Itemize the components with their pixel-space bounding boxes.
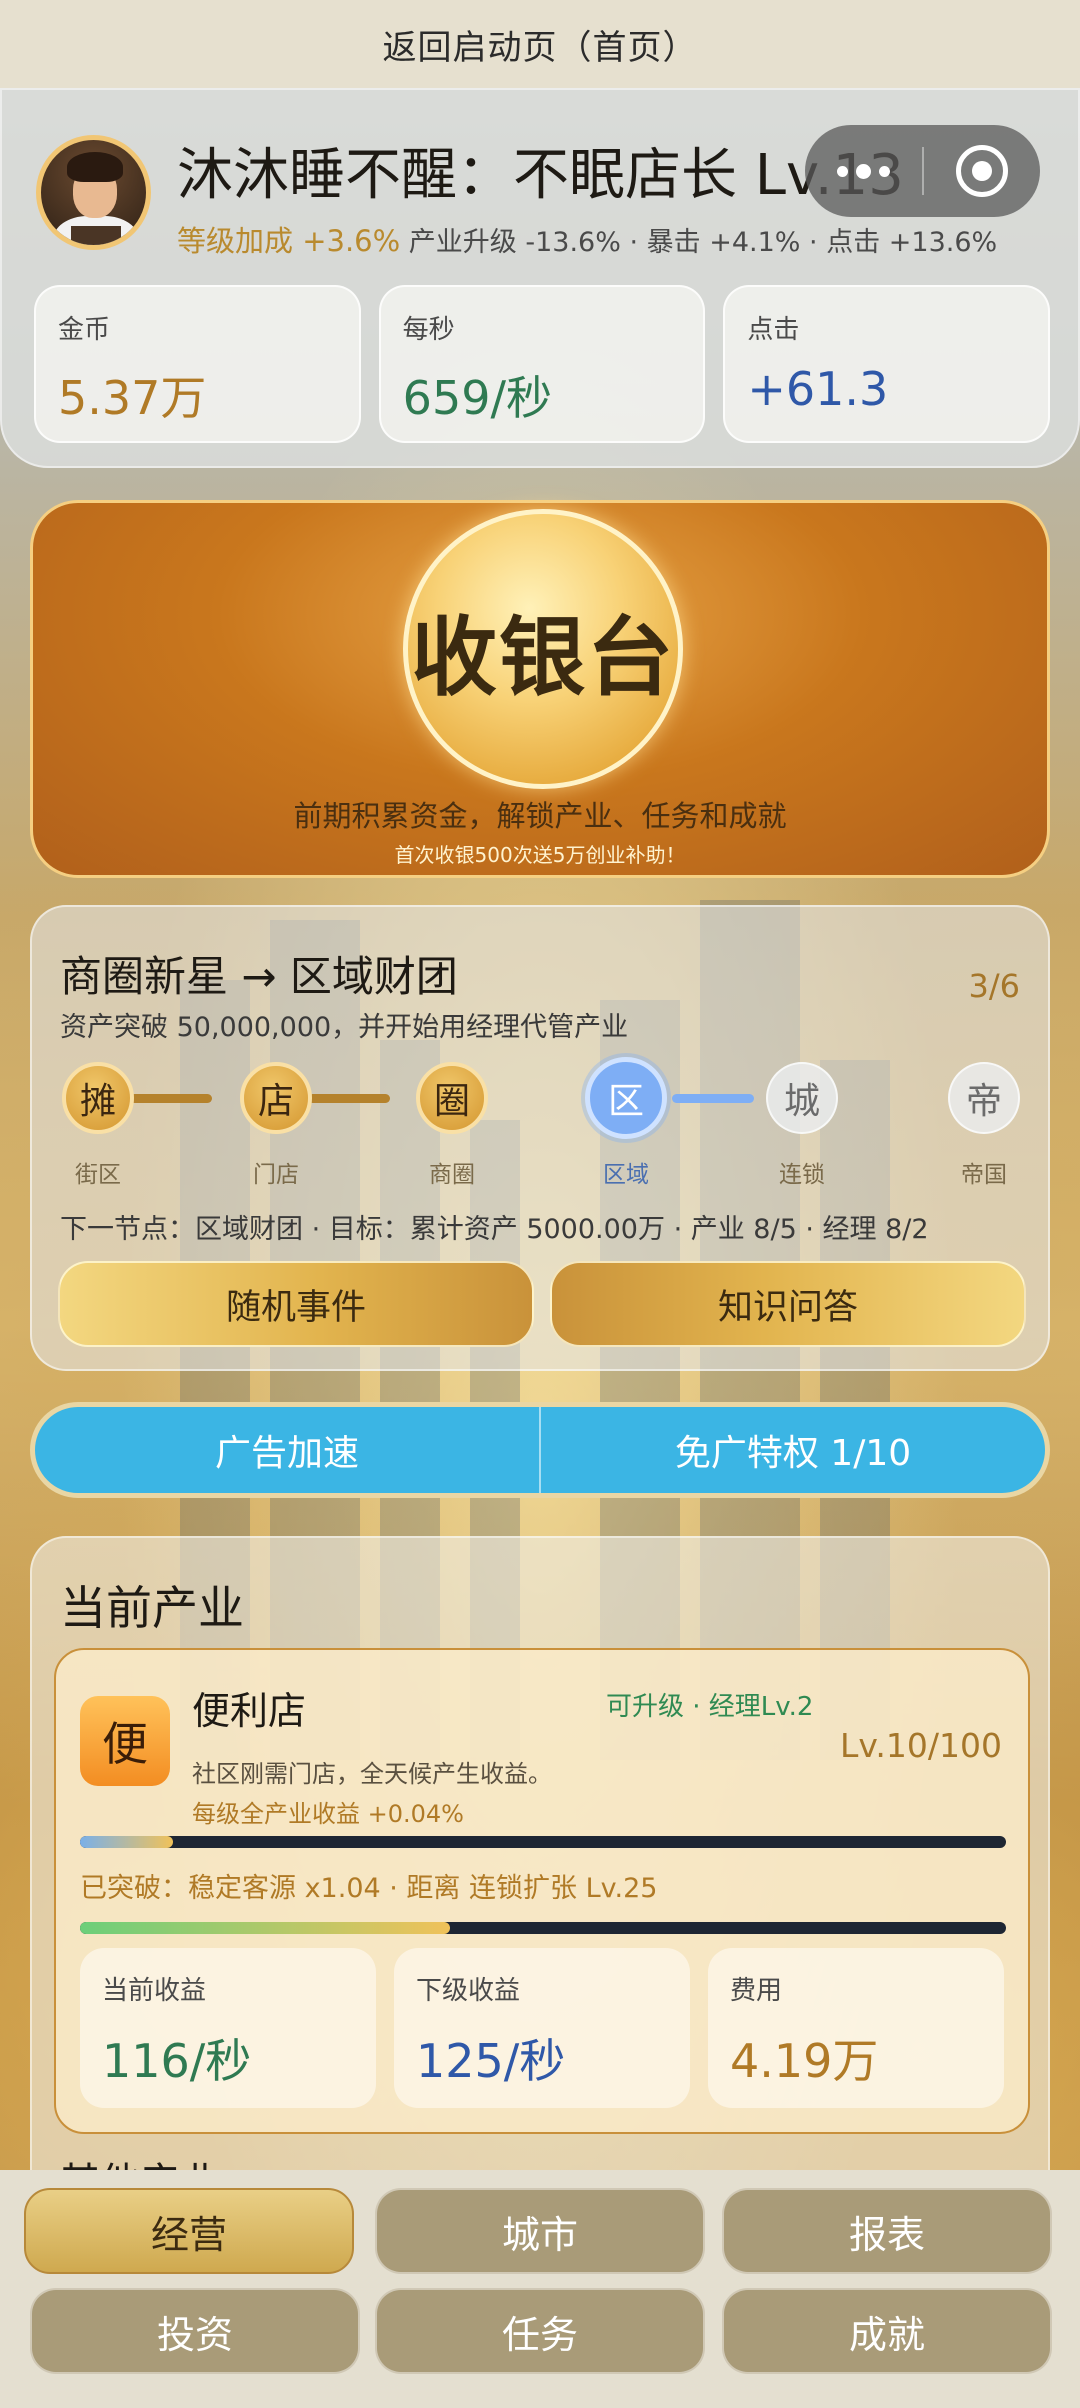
player-title: 沐沐睡不醒：不眠店长 Lv.13 xyxy=(177,143,904,208)
industry-tag: 可升级 · 经理Lv.2 xyxy=(606,1692,814,1722)
stat-label: 点击 xyxy=(747,315,800,345)
nav-report[interactable]: 报表 xyxy=(722,2188,1052,2274)
other-bonus: 产业升级 -13.6% · 暴击 +4.1% · 点击 +13.6% xyxy=(408,227,998,258)
next-node-text: 下一节点：区域财团 · 目标：累计资产 5000.00万 · 产业 8/5 · … xyxy=(60,1214,929,1245)
nav-tasks[interactable]: 任务 xyxy=(375,2288,705,2374)
stage-link xyxy=(308,1094,390,1103)
next-income-label: 下级收益 xyxy=(416,1976,521,2006)
stage-label: 连锁 xyxy=(779,1162,825,1188)
stat-coins: 金币 5.37万 xyxy=(34,285,361,443)
stage-label: 门店 xyxy=(253,1162,299,1188)
ad-bar: 广告加速 免广特权 1/10 xyxy=(30,1402,1050,1498)
cashier-note: 首次收银500次送5万创业补助！ xyxy=(394,843,686,867)
stage-node-street: 摊 xyxy=(62,1062,134,1134)
current-income-value: 116/秒 xyxy=(102,2034,252,2088)
stage-label: 帝国 xyxy=(961,1162,1007,1188)
stage-label: 街区 xyxy=(75,1162,121,1188)
cashier-button[interactable]: 收银台 xyxy=(403,509,683,789)
cashier-button-label: 收银台 xyxy=(411,607,675,708)
stat-value: +61.3 xyxy=(747,362,889,416)
back-to-home-label: 返回启动页（首页） xyxy=(382,27,698,68)
breakthrough-text: 已突破：稳定客源 x1.04 · 距离 连锁扩张 Lv.25 xyxy=(80,1873,658,1904)
next-income-box: 下级收益 125/秒 xyxy=(394,1948,690,2108)
bonus-line: 等级加成 +3.6% 产业升级 -13.6% · 暴击 +4.1% · 点击 +… xyxy=(177,218,997,260)
breakthrough-progress-bar xyxy=(80,1922,1006,1934)
stage-node-district: 圈 xyxy=(416,1062,488,1134)
industry-desc: 社区刚需门店，全天候产生收益。 xyxy=(192,1760,552,1788)
current-income-label: 当前收益 xyxy=(102,1976,207,2006)
more-icon[interactable] xyxy=(805,125,922,217)
current-income-box: 当前收益 116/秒 xyxy=(80,1948,376,2108)
stage-count: 3/6 xyxy=(968,967,1021,1005)
industry-heading: 当前产业 xyxy=(60,1581,244,1635)
stage-node-chain: 城 xyxy=(766,1062,838,1134)
random-event-button[interactable]: 随机事件 xyxy=(58,1261,534,1347)
stage-label: 区域 xyxy=(603,1162,649,1188)
stats-row: 金币 5.37万 每秒 659/秒 点击 +61.3 xyxy=(34,285,1051,443)
store-icon: 便 xyxy=(80,1696,170,1786)
cashier-subtitle: 前期积累资金，解锁产业、任务和成就 xyxy=(293,799,787,833)
ad-speed-button[interactable]: 广告加速 xyxy=(35,1407,539,1493)
stat-value: 5.37万 xyxy=(58,371,207,425)
industry-name: 便利店 xyxy=(192,1689,307,1733)
stat-label: 每秒 xyxy=(402,315,455,345)
stat-per-second: 每秒 659/秒 xyxy=(378,285,706,443)
nav-city[interactable]: 城市 xyxy=(375,2188,705,2274)
stage-node-region: 区 xyxy=(585,1057,667,1139)
record-icon[interactable] xyxy=(924,125,1040,217)
level-progress-bar xyxy=(80,1836,1006,1848)
industry-panel: 当前产业 便 便利店 可升级 · 经理Lv.2 Lv.10/100 社区刚需门店… xyxy=(30,1536,1050,2236)
next-income-value: 125/秒 xyxy=(416,2034,566,2088)
cost-box[interactable]: 费用 4.19万 xyxy=(708,1948,1004,2108)
stage-node-store: 店 xyxy=(240,1062,312,1134)
stage-title: 商圈新星 → 区域财团 xyxy=(60,952,458,1001)
stage-desc: 资产突破 50,000,000，并开始用经理代管产业 xyxy=(60,1012,629,1043)
mini-program-capsule xyxy=(805,125,1040,217)
industry-level: Lv.10/100 xyxy=(840,1726,1002,1765)
stage-node-empire: 帝 xyxy=(948,1062,1020,1134)
cost-value: 4.19万 xyxy=(730,2034,879,2088)
stage-label: 商圈 xyxy=(429,1162,475,1188)
cashier-panel: 收银台 前期积累资金，解锁产业、任务和成就 首次收银500次送5万创业补助！ xyxy=(30,500,1050,878)
nav-achievements[interactable]: 成就 xyxy=(722,2288,1052,2374)
nav-manage[interactable]: 经营 xyxy=(24,2188,354,2274)
level-bonus: 等级加成 +3.6% xyxy=(177,224,401,258)
quiz-button[interactable]: 知识问答 xyxy=(550,1261,1026,1347)
stat-label: 金币 xyxy=(58,315,111,345)
stage-progress-panel: 商圈新星 → 区域财团 资产突破 50,000,000，并开始用经理代管产业 3… xyxy=(30,905,1050,1371)
stat-value: 659/秒 xyxy=(402,371,552,425)
bottom-nav: 经营 城市 报表 投资 任务 成就 xyxy=(0,2170,1080,2408)
stage-link xyxy=(130,1094,212,1103)
industry-card[interactable]: 便 便利店 可升级 · 经理Lv.2 Lv.10/100 社区刚需门店，全天候产… xyxy=(54,1648,1030,2134)
avatar[interactable] xyxy=(36,135,151,250)
nav-invest[interactable]: 投资 xyxy=(30,2288,360,2374)
industry-bonus: 每级全产业收益 +0.04% xyxy=(192,1800,464,1828)
stage-link xyxy=(672,1094,754,1103)
cost-label: 费用 xyxy=(730,1976,783,2006)
stat-click: 点击 +61.3 xyxy=(723,285,1051,443)
ad-free-button[interactable]: 免广特权 1/10 xyxy=(541,1407,1045,1493)
back-to-home-bar[interactable]: 返回启动页（首页） xyxy=(0,0,1080,88)
